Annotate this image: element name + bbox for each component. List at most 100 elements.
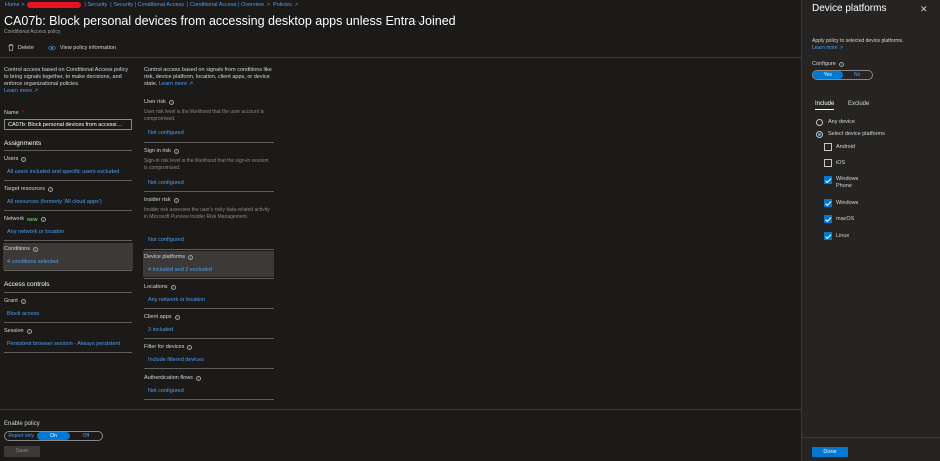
sign-in-risk-label: Sign in risk i <box>144 148 179 154</box>
enable-policy-toggle[interactable]: Report only On Off <box>4 431 103 441</box>
checkbox-checked-icon <box>824 176 832 184</box>
divider <box>4 292 132 293</box>
platform-label: Android <box>836 143 855 150</box>
breadcrumb-home[interactable]: Home > <box>5 2 24 8</box>
configure-label: Configure i <box>812 61 844 67</box>
left-learn-more-link[interactable]: Learn more <box>4 88 32 94</box>
delete-button[interactable]: Delete <box>8 44 34 51</box>
any-device-radio[interactable]: Any device <box>816 119 855 126</box>
info-icon[interactable]: i <box>33 246 38 252</box>
divider <box>144 278 274 279</box>
assignments-heading: Assignments <box>4 140 42 147</box>
info-icon[interactable]: i <box>20 298 26 304</box>
policy-name-input[interactable]: CA07b: Block personal devices from acces… <box>4 119 132 130</box>
info-icon[interactable]: i <box>173 148 179 154</box>
platform-checkbox-android[interactable]: Android <box>824 143 855 151</box>
platform-label: macOS <box>836 215 855 222</box>
breadcrumb-security[interactable]: | Security <box>84 2 107 8</box>
name-label: Name * <box>4 110 24 116</box>
platform-checkbox-windows[interactable]: Windows <box>824 199 858 207</box>
info-icon[interactable]: i <box>40 216 46 222</box>
conditions-value-link[interactable]: 4 conditions selected <box>7 259 58 265</box>
tab-exclude[interactable]: Exclude <box>848 101 869 107</box>
footer-divider <box>0 409 801 410</box>
view-policy-info-button[interactable]: View policy information <box>48 45 116 51</box>
breadcrumb-separator: > <box>295 2 299 8</box>
insider-risk-value-link[interactable]: Not configured <box>148 237 184 243</box>
session-value-link[interactable]: Persistent browser session - Always pers… <box>7 341 120 347</box>
target-resources-value-link[interactable]: All resources (formerly 'All cloud apps'… <box>7 199 102 205</box>
platform-checkbox-linux[interactable]: Linux <box>824 232 849 240</box>
external-link-icon: ↗ <box>837 45 844 51</box>
sign-in-risk-value-link[interactable]: Not configured <box>148 180 184 186</box>
select-platforms-radio[interactable]: Select device platforms <box>816 131 885 138</box>
off-option[interactable]: Off <box>70 433 102 439</box>
locations-value-link[interactable]: Any network or location <box>148 297 205 303</box>
configure-toggle[interactable]: Yes No <box>812 70 873 80</box>
filter-devices-label: Filter for devices i <box>144 344 193 350</box>
divider <box>144 191 274 192</box>
target-resources-label-text: Target resources <box>4 186 45 192</box>
info-icon[interactable]: i <box>47 186 53 192</box>
tab-include[interactable]: Include <box>815 101 835 110</box>
device-platforms-value-link[interactable]: 4 included and 2 excluded <box>148 267 212 273</box>
divider <box>144 399 274 400</box>
eye-icon <box>48 45 56 50</box>
info-icon[interactable]: i <box>26 328 32 334</box>
external-link-icon: ↗ <box>32 88 39 94</box>
users-value-link[interactable]: All users included and specific users ex… <box>7 169 119 175</box>
divider <box>144 308 274 309</box>
page-title: CA07b: Block personal devices from acces… <box>4 14 456 28</box>
breadcrumb-ca-overview[interactable]: | Conditional Access | Overview <box>187 2 264 8</box>
close-icon[interactable]: ✕ <box>920 4 928 15</box>
sign-in-risk-label-text: Sign in risk <box>144 148 171 154</box>
device-platforms-label-text: Device platforms <box>144 254 185 260</box>
breadcrumb-conditional-access[interactable]: | Security | Conditional Access <box>110 2 184 8</box>
report-only-option[interactable]: Report only <box>5 433 37 439</box>
auth-flows-label: Authentication flows i <box>144 375 201 381</box>
conditions-row[interactable]: Conditions i 4 conditions selected <box>3 243 133 270</box>
more-options-icon[interactable]: … <box>414 14 423 24</box>
info-icon[interactable]: i <box>168 99 174 105</box>
platform-checkbox-ios[interactable]: iOS <box>824 159 845 167</box>
on-option[interactable]: On <box>37 432 70 440</box>
auth-flows-value-link[interactable]: Not configured <box>148 388 184 394</box>
trash-icon <box>8 44 14 51</box>
grant-value-link[interactable]: Block access <box>7 311 39 317</box>
panel-learn-more-link[interactable]: Learn more <box>812 45 838 51</box>
info-icon[interactable]: i <box>173 197 179 203</box>
grant-label: Grant i <box>4 298 26 304</box>
conditions-label-text: Conditions <box>4 246 30 252</box>
info-icon[interactable]: i <box>21 156 27 162</box>
locations-label: Locations i <box>144 284 176 290</box>
view-policy-info-label: View policy information <box>59 44 117 51</box>
divider <box>4 180 132 181</box>
client-apps-value-link[interactable]: 3 included <box>148 327 173 333</box>
platform-checkbox-macos[interactable]: macOS <box>824 215 854 223</box>
info-icon[interactable]: i <box>187 344 193 350</box>
info-icon[interactable]: i <box>187 254 193 260</box>
info-icon[interactable]: i <box>174 314 180 320</box>
platform-checkbox-windows-phone[interactable]: Windows Phone <box>824 176 866 189</box>
filter-devices-value-link[interactable]: Include filtered devices <box>148 357 204 363</box>
divider <box>4 210 132 211</box>
info-icon[interactable]: i <box>838 61 844 67</box>
no-option[interactable]: No <box>843 71 873 79</box>
yes-option[interactable]: Yes <box>813 71 843 79</box>
platform-label: iOS <box>836 159 846 166</box>
user-risk-label: User risk i <box>144 99 174 105</box>
device-platforms-row[interactable]: Device platforms i 4 included and 2 exclu… <box>143 251 274 277</box>
checkbox-icon <box>824 159 832 167</box>
panel-apply-text: Apply policy to selected device platform… <box>812 38 904 44</box>
user-risk-value-link[interactable]: Not configured <box>148 130 184 136</box>
save-button[interactable]: Save <box>4 446 40 457</box>
delete-label: Delete <box>18 44 34 51</box>
network-value-link[interactable]: Any network or location <box>7 229 64 235</box>
info-icon[interactable]: i <box>170 284 176 290</box>
done-button[interactable]: Done <box>812 447 848 457</box>
breadcrumb-policies[interactable]: Policies <box>273 2 292 8</box>
middle-learn-more-link[interactable]: Learn more <box>159 81 187 87</box>
divider <box>4 352 132 353</box>
conditions-description: Control access based on signals from con… <box>144 67 274 88</box>
info-icon[interactable]: i <box>195 375 201 381</box>
